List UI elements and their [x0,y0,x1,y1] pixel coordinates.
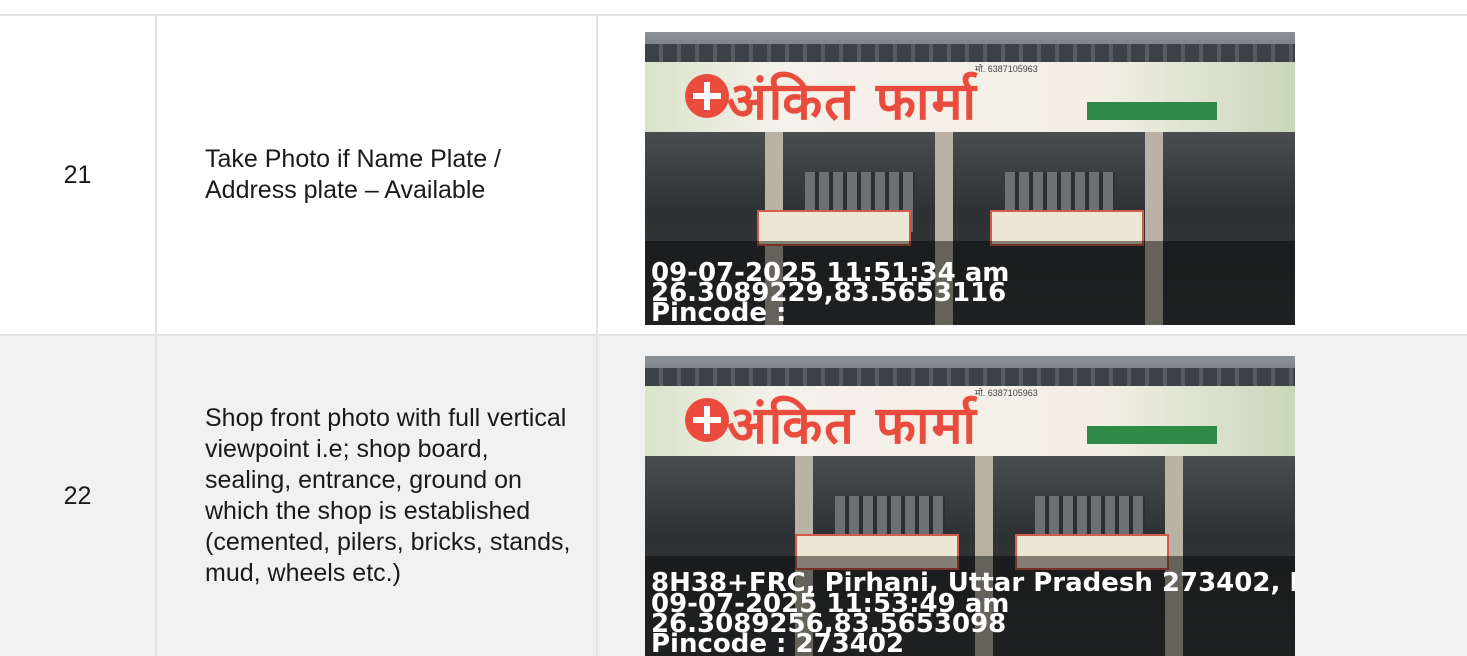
signboard-band [1087,426,1217,444]
signboard-text: अंकित फार्मा [727,72,978,132]
table-row: 22 Shop front photo with full vertical v… [0,336,1467,656]
signboard-phone: मो. 6387105963 [975,64,1038,74]
signboard-phone: मो. 6387105963 [975,388,1038,398]
description-text: Shop front photo with full vertical view… [205,404,571,587]
name-plate-photo[interactable]: अंकित फार्मा मो. 6387105963 09-07-2025 1… [645,32,1295,325]
row-description: Shop front photo with full vertical view… [157,336,598,656]
row-number: 21 [0,16,157,334]
signboard-band [1087,102,1217,120]
photo-cell: अंकित फार्मा मो. 6387105963 8H38+FRC, Pi… [598,336,1467,656]
photo-stamp: 09-07-2025 11:53:49 am 26.3089256,83.565… [651,591,1009,656]
shop-signboard: अंकित फार्मा मो. 6387105963 [645,62,1295,132]
medical-cross-icon [685,74,729,118]
shop-front-photo[interactable]: अंकित फार्मा मो. 6387105963 8H38+FRC, Pi… [645,356,1295,656]
photo-stamp: 09-07-2025 11:51:34 am 26.3089229,83.565… [651,260,1009,325]
row-description: Take Photo if Name Plate / Address plate… [157,16,598,334]
row-number: 22 [0,336,157,656]
shop-signboard: अंकित फार्मा मो. 6387105963 [645,386,1295,456]
table-row: 21 Take Photo if Name Plate / Address pl… [0,16,1467,336]
survey-table: 21 Take Photo if Name Plate / Address pl… [0,14,1467,656]
photo-cell: अंकित फार्मा मो. 6387105963 09-07-2025 1… [598,16,1467,334]
medical-cross-icon [685,398,729,442]
signboard-text: अंकित फार्मा [727,396,978,456]
description-text: Take Photo if Name Plate / Address plate… [205,145,501,204]
